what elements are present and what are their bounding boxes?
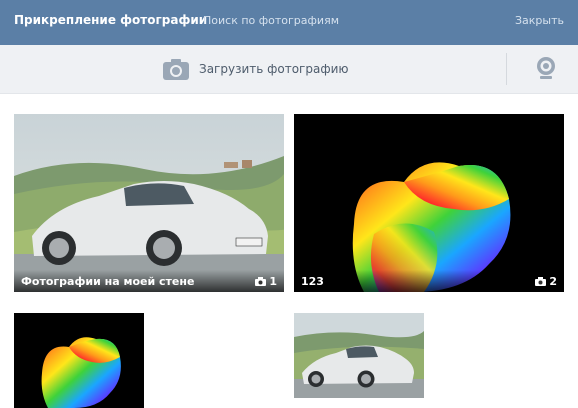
photo-image [294, 313, 424, 398]
album-caption: Фотографии на моей стене 1 [14, 270, 284, 292]
album-wall-photos[interactable]: Фотографии на моей стене 1 [14, 114, 284, 292]
album-photo-count-value: 2 [549, 275, 557, 288]
album-photo-count: 2 [535, 275, 557, 288]
dialog-header: Прикрепление фотографии Поиск по фотогра… [0, 0, 578, 45]
album-123[interactable]: 123 2 [294, 114, 564, 292]
album-title: 123 [301, 275, 324, 288]
photo-thumbnail[interactable] [14, 313, 144, 408]
search-photos-link[interactable]: Поиск по фотографиям [203, 14, 339, 27]
close-button[interactable]: Закрыть [515, 14, 564, 27]
album-caption: 123 2 [294, 270, 564, 292]
album-title: Фотографии на моей стене [21, 275, 195, 288]
album-photo-count-value: 1 [269, 275, 277, 288]
album-photo-count: 1 [255, 275, 277, 288]
album-cover-image [294, 114, 564, 292]
photo-thumbnail[interactable] [294, 313, 424, 398]
upload-photo-label: Загрузить фотографию [199, 62, 349, 76]
camera-icon [255, 277, 267, 286]
toolbar-divider [506, 53, 507, 85]
dialog-title: Прикрепление фотографии [14, 13, 208, 27]
webcam-icon [537, 57, 555, 79]
webcam-button[interactable] [535, 56, 557, 82]
upload-toolbar: Загрузить фотографию [0, 45, 578, 94]
camera-icon [535, 277, 547, 286]
upload-photo-button[interactable]: Загрузить фотографию [163, 57, 349, 81]
photo-image [14, 313, 144, 408]
album-cover-image [14, 114, 284, 292]
camera-icon [163, 59, 189, 80]
